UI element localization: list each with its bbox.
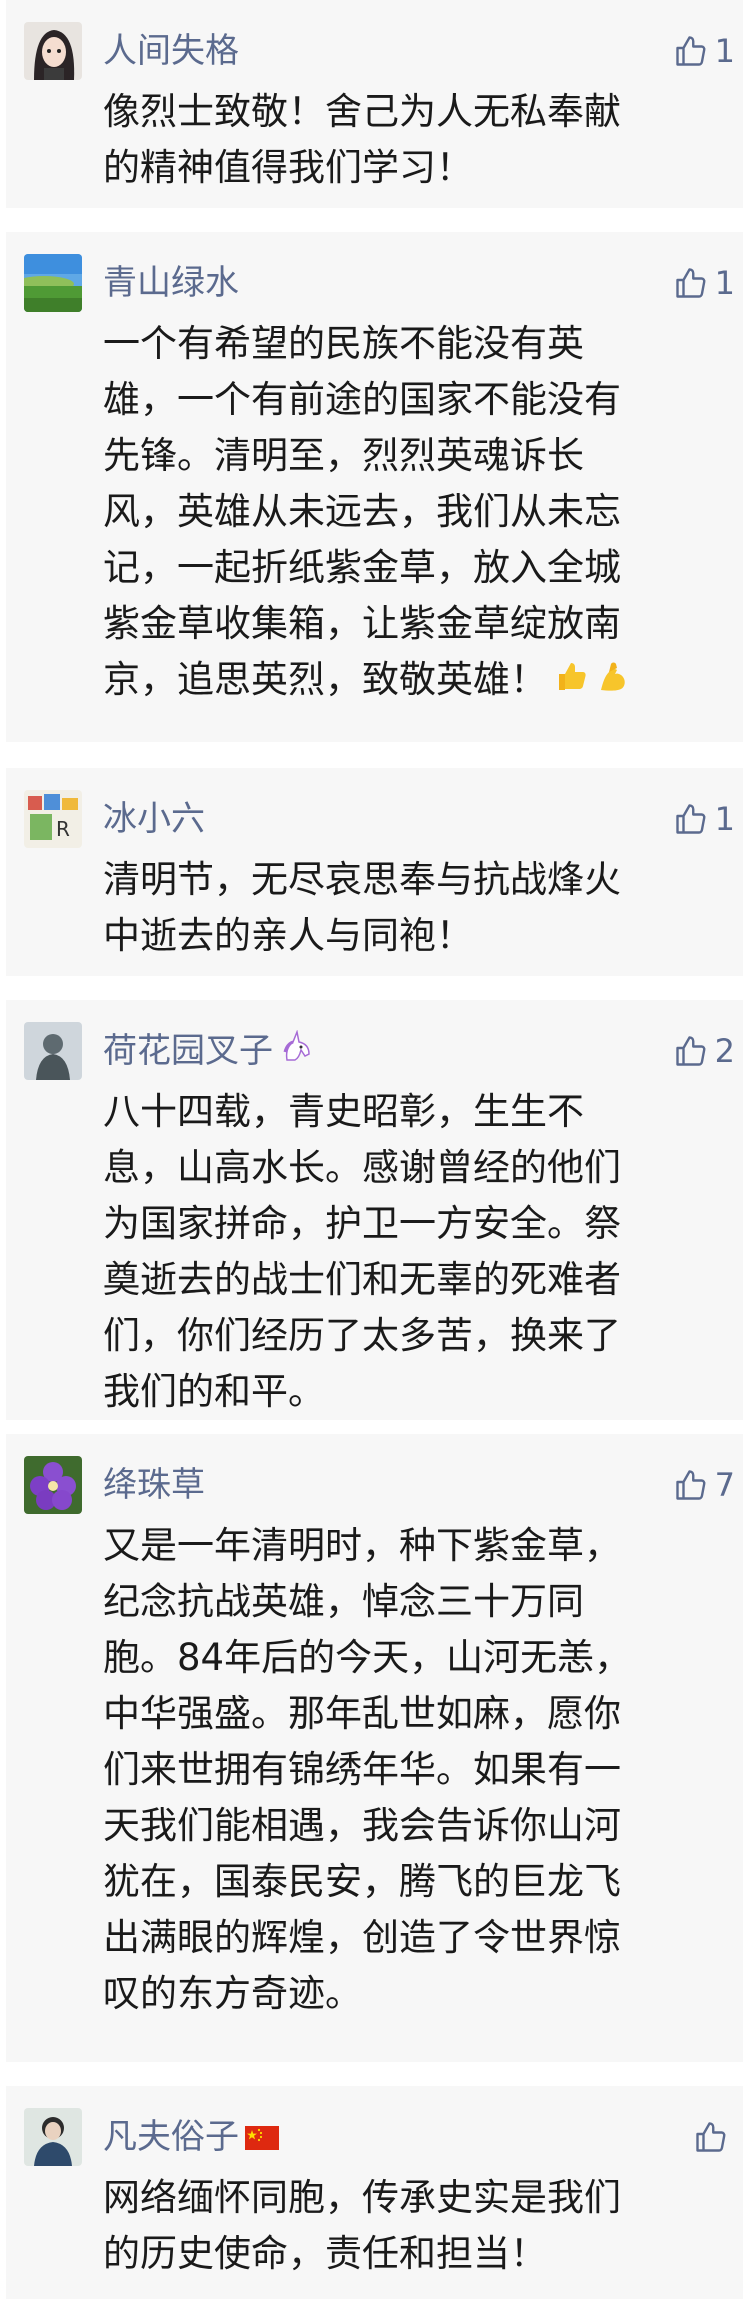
comment-line: 的历史使命，责任和担当！ [103, 2232, 547, 2275]
comment-line: 息，山高水长。感谢曾经的他们 [103, 1146, 621, 1189]
comment-line: 犹在，国泰民安，腾飞的巨龙飞 [103, 1860, 621, 1903]
thumbs-up-icon [675, 1036, 706, 1066]
comment-line: 像烈士致敬！舍己为人无私奉献 [103, 90, 621, 133]
avatar[interactable] [24, 22, 82, 80]
comment-author-text: 荷花园叉子 [103, 1031, 273, 1071]
comment-line: 的精神值得我们学习！ [103, 146, 473, 189]
comment-text: 网络缅怀同胞，传承史实是我们 的历史使命，责任和担当！ [103, 2170, 723, 2282]
china-flag-icon [245, 2117, 279, 2161]
comment-card: 凡夫俗子 网络缅怀同胞，传承史实是我们 的历史使命，责任和担当！ [6, 2086, 743, 2299]
comment-line: 出满眼的辉煌，创造了令世界惊 [103, 1916, 621, 1959]
comment-line: 们来世拥有锦绣年华。如果有一 [103, 1748, 621, 1791]
like-button[interactable] [693, 2115, 735, 2159]
comment-line: 中华强盛。那年乱世如麻，愿你 [103, 1692, 621, 1735]
svg-text:R: R [56, 817, 70, 841]
comment-line: 紫金草收集箱，让紫金草绽放南 [103, 602, 621, 645]
like-count: 1 [714, 800, 735, 838]
comment-line: 一个有希望的民族不能没有英 [103, 322, 584, 365]
comment-card: R 冰小六 1 清明节，无尽哀思奉与抗战烽火 中逝去的亲人与同袍！ [6, 768, 743, 976]
comment-line: 又是一年清明时，种下紫金草， [103, 1524, 621, 1567]
like-count: 1 [714, 32, 735, 70]
comment-author[interactable]: 凡夫俗子 [103, 2115, 279, 2161]
avatar[interactable]: R [24, 790, 82, 848]
like-button[interactable]: 7 [673, 1463, 735, 1507]
like-button[interactable]: 1 [673, 261, 735, 305]
avatar[interactable] [24, 1456, 82, 1514]
like-button[interactable]: 2 [673, 1029, 735, 1073]
comment-card: 荷花园叉子 2 八十四载，青史昭彰，生生不 息，山高水长。感谢曾经的他们 为国家… [6, 1000, 743, 1420]
thumbs-up-icon [675, 36, 706, 66]
avatar[interactable] [24, 2108, 82, 2166]
comment-line: 们，你们经历了太多苦，换来了 [103, 1314, 621, 1357]
comment-line: 纪念抗战英雄，悼念三十万同 [103, 1580, 584, 1623]
like-button[interactable]: 1 [673, 29, 735, 73]
comment-line: 我们的和平。 [103, 1370, 325, 1413]
comment-line: 先锋。清明至，烈烈英魂诉长 [103, 434, 584, 477]
comment-line: 记，一起折纸紫金草，放入全城 [103, 546, 621, 589]
like-count: 7 [714, 1466, 735, 1504]
comment-author[interactable]: 冰小六 [103, 797, 205, 841]
comment-line: 胞。84年后的今天，山河无恙， [103, 1636, 632, 1679]
comment-line: 奠逝去的战士们和无辜的死难者 [103, 1258, 621, 1301]
comment-card: 人间失格 1 像烈士致敬！舍己为人无私奉献 的精神值得我们学习！ [6, 0, 743, 208]
flexed-biceps-emoji-icon [595, 654, 631, 710]
comment-line-text: 京，追思英烈，致敬英雄！ [103, 658, 547, 701]
avatar[interactable] [24, 1022, 82, 1080]
comment-line: 中逝去的亲人与同袍！ [103, 914, 473, 957]
comment-text: 像烈士致敬！舍己为人无私奉献 的精神值得我们学习！ [103, 84, 723, 196]
comment-author[interactable]: 荷花园叉子 [103, 1029, 315, 1075]
comment-line: 清明节，无尽哀思奉与抗战烽火 [103, 858, 621, 901]
thumbs-up-icon [675, 268, 706, 298]
comment-card: 青山绿水 1 一个有希望的民族不能没有英 雄，一个有前途的国家不能没有 先锋。清… [6, 232, 743, 742]
thumbs-up-emoji-icon [553, 654, 589, 710]
comment-line: 网络缅怀同胞，传承史实是我们 [103, 2176, 621, 2219]
comment-author-text: 凡夫俗子 [103, 2117, 239, 2157]
like-button[interactable]: 1 [673, 797, 735, 841]
comment-line: 八十四载，青史昭彰，生生不 [103, 1090, 584, 1133]
unicorn-icon [279, 1029, 315, 1075]
comment-text: 八十四载，青史昭彰，生生不 息，山高水长。感谢曾经的他们 为国家拼命，护卫一方安… [103, 1084, 723, 1420]
comment-text: 一个有希望的民族不能没有英 雄，一个有前途的国家不能没有 先锋。清明至，烈烈英魂… [103, 316, 723, 710]
thumbs-up-icon [675, 804, 706, 834]
comment-line: 为国家拼命，护卫一方安全。祭 [103, 1202, 621, 1245]
comment-line: 雄，一个有前途的国家不能没有 [103, 378, 621, 421]
comment-text: 又是一年清明时，种下紫金草， 纪念抗战英雄，悼念三十万同 胞。84年后的今天，山… [103, 1518, 723, 2022]
avatar[interactable] [24, 254, 82, 312]
comment-line: 天我们能相遇，我会告诉你山河 [103, 1804, 621, 1847]
comment-line: 叹的东方奇迹。 [103, 1972, 362, 2015]
like-count: 1 [714, 264, 735, 302]
thumbs-up-icon [675, 1470, 706, 1500]
comment-line: 京，追思英烈，致敬英雄！ [103, 652, 723, 710]
comment-author[interactable]: 绛珠草 [103, 1463, 205, 1507]
thumbs-up-icon [696, 2122, 726, 2152]
like-count: 2 [714, 1032, 735, 1070]
comment-author[interactable]: 人间失格 [103, 29, 239, 73]
comment-author[interactable]: 青山绿水 [103, 261, 239, 305]
comment-line: 风，英雄从未远去，我们从未忘 [103, 490, 621, 533]
comment-card: 绛珠草 7 又是一年清明时，种下紫金草， 纪念抗战英雄，悼念三十万同 胞。84年… [6, 1434, 743, 2062]
comment-text: 清明节，无尽哀思奉与抗战烽火 中逝去的亲人与同袍！ [103, 852, 723, 964]
